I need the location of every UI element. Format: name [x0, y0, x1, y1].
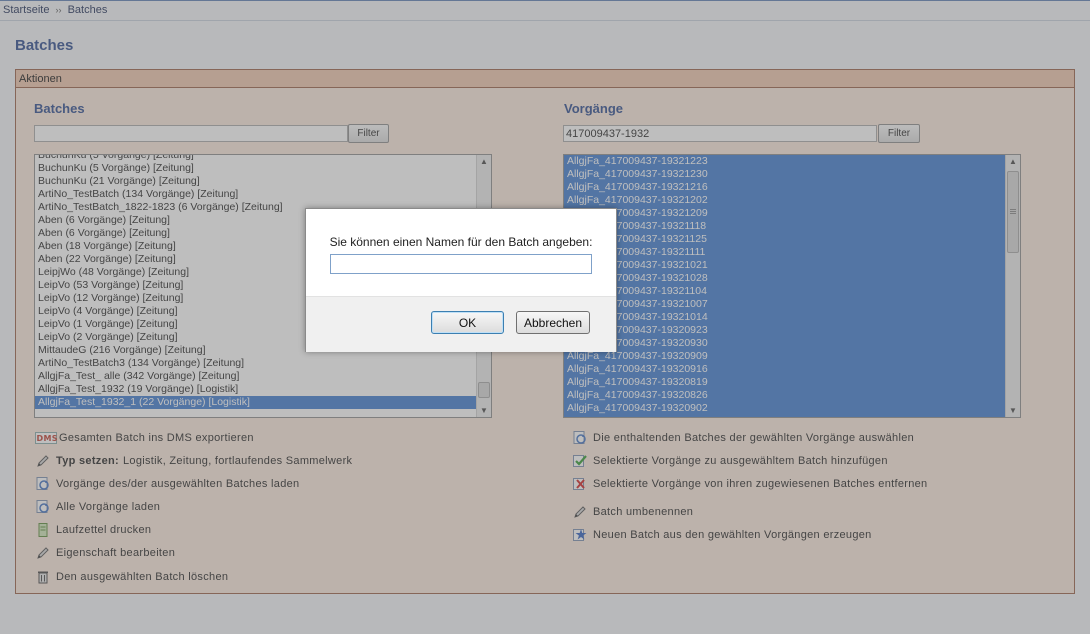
ok-button[interactable]: OK [431, 311, 504, 334]
cancel-button[interactable]: Abbrechen [516, 311, 590, 334]
dialog-footer: OK Abbrechen [306, 296, 616, 352]
dialog-message: Sie können einen Namen für den Batch ang… [329, 235, 593, 249]
rename-dialog: Sie können einen Namen für den Batch ang… [305, 208, 617, 352]
batch-name-input[interactable] [330, 254, 592, 274]
